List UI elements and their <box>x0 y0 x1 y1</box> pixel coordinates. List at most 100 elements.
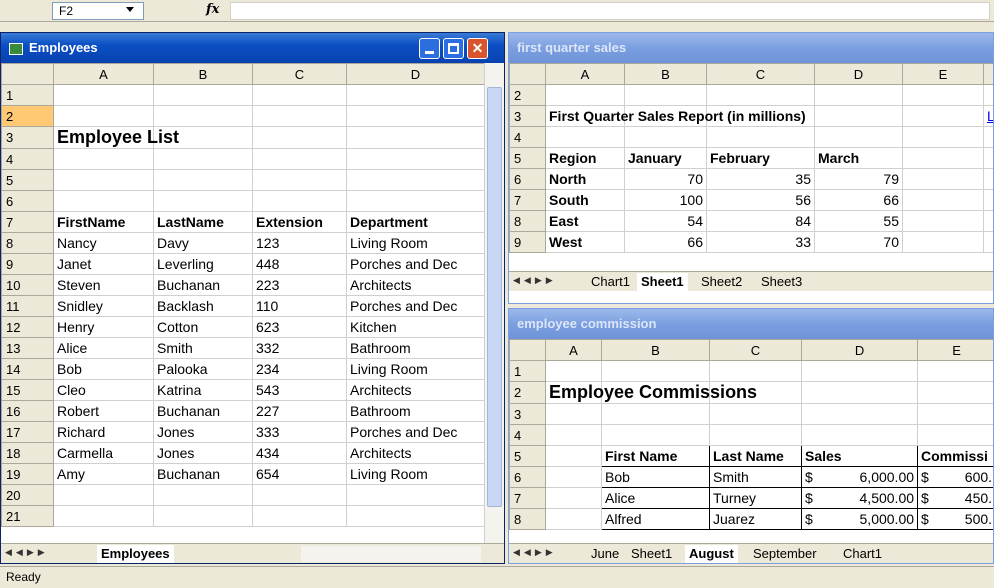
cell[interactable] <box>710 404 802 425</box>
sheet-tab[interactable]: Employees <box>97 545 174 563</box>
cell[interactable] <box>347 191 485 212</box>
cell[interactable]: Robert <box>54 401 154 422</box>
chevron-down-icon[interactable] <box>126 7 134 12</box>
cell[interactable]: South <box>546 190 625 211</box>
header-cell[interactable]: Extension <box>253 212 347 233</box>
cell[interactable]: Alice <box>54 338 154 359</box>
cell[interactable]: Richard <box>54 422 154 443</box>
cell[interactable] <box>710 361 802 382</box>
sheet-tab[interactable]: Sheet2 <box>697 273 746 291</box>
row-header[interactable]: 6 <box>2 191 54 212</box>
cell[interactable] <box>154 170 253 191</box>
row-header[interactable]: 8 <box>2 233 54 254</box>
scroll-thumb[interactable] <box>487 87 502 507</box>
cell[interactable] <box>154 106 253 127</box>
row-header[interactable]: 7 <box>510 488 546 509</box>
cell[interactable]: Porches and Dec <box>347 254 485 275</box>
cell[interactable]: Palooka <box>154 359 253 380</box>
commission-titlebar[interactable]: employee commission <box>509 309 993 339</box>
cell[interactable] <box>918 404 994 425</box>
cell[interactable] <box>253 485 347 506</box>
cell[interactable] <box>903 85 984 106</box>
row-header[interactable]: 4 <box>2 149 54 170</box>
cell[interactable]: 434 <box>253 443 347 464</box>
cell[interactable]: Carmella <box>54 443 154 464</box>
cell[interactable]: Buchanan <box>154 275 253 296</box>
cell[interactable]: 234 <box>253 359 347 380</box>
row-header[interactable]: 5 <box>510 148 546 169</box>
vertical-scrollbar[interactable] <box>484 63 504 543</box>
cell[interactable] <box>253 106 347 127</box>
cell[interactable]: Living Room <box>347 359 485 380</box>
column-header[interactable]: A <box>546 340 602 361</box>
cell[interactable]: Architects <box>347 443 485 464</box>
column-header[interactable]: D <box>347 64 485 85</box>
cell[interactable] <box>347 106 485 127</box>
header-cell[interactable]: First Name <box>602 446 710 467</box>
column-header[interactable]: C <box>710 340 802 361</box>
cell[interactable]: 332 <box>253 338 347 359</box>
sheet-heading[interactable]: Employee List <box>54 127 154 149</box>
header-cell[interactable]: January <box>625 148 707 169</box>
cell[interactable] <box>625 85 707 106</box>
cell[interactable]: 223 <box>253 275 347 296</box>
cell[interactable] <box>903 148 984 169</box>
column-header[interactable]: B <box>625 64 707 85</box>
cell[interactable]: Porches and Dec <box>347 422 485 443</box>
cell[interactable]: Turney <box>710 488 802 509</box>
cell[interactable]: 100 <box>625 190 707 211</box>
tab-scroll-arrows[interactable]: ◀◀▶▶ <box>513 547 557 558</box>
header-cell[interactable]: Department <box>347 212 485 233</box>
cell[interactable] <box>802 425 918 446</box>
sheet-tab[interactable]: Sheet1 <box>627 545 676 563</box>
row-header[interactable]: 12 <box>2 317 54 338</box>
cell[interactable]: Nancy <box>54 233 154 254</box>
cell[interactable]: Leverling <box>154 254 253 275</box>
column-header[interactable]: C <box>707 64 815 85</box>
column-header[interactable]: C <box>253 64 347 85</box>
cell[interactable] <box>347 127 485 149</box>
cell[interactable]: 600. <box>940 467 994 488</box>
row-header[interactable]: 7 <box>2 212 54 233</box>
header-cell[interactable]: Last Name <box>710 446 802 467</box>
cell[interactable]: Jones <box>154 422 253 443</box>
cell[interactable]: $ <box>918 509 940 530</box>
cell[interactable]: 333 <box>253 422 347 443</box>
cell[interactable] <box>347 85 485 106</box>
cell[interactable]: Alice <box>602 488 710 509</box>
column-header[interactable]: D <box>802 340 918 361</box>
cell[interactable] <box>602 404 710 425</box>
cell[interactable] <box>347 485 485 506</box>
row-header[interactable]: 5 <box>2 170 54 191</box>
cell[interactable]: Buchanan <box>154 401 253 422</box>
cell[interactable]: 35 <box>707 169 815 190</box>
cell[interactable]: 5,000.00 <box>824 509 918 530</box>
cell[interactable] <box>815 85 903 106</box>
cell[interactable] <box>918 361 994 382</box>
cell[interactable]: 70 <box>625 169 707 190</box>
sheet-tab[interactable]: August <box>685 545 738 563</box>
cell[interactable] <box>154 485 253 506</box>
row-header[interactable]: 9 <box>510 232 546 253</box>
close-button[interactable]: ✕ <box>467 38 488 59</box>
sheet-tab[interactable]: September <box>749 545 821 563</box>
select-all-corner[interactable] <box>510 64 546 85</box>
cell[interactable]: Buchanan <box>154 464 253 485</box>
row-header[interactable]: 4 <box>510 127 546 148</box>
cell[interactable]: $ <box>802 509 824 530</box>
cell[interactable]: $ <box>918 467 940 488</box>
sheet-tab[interactable]: June <box>587 545 623 563</box>
cell[interactable] <box>918 382 994 404</box>
cell[interactable]: Kitchen <box>347 317 485 338</box>
row-header[interactable]: 1 <box>2 85 54 106</box>
cell[interactable]: Steven <box>54 275 154 296</box>
row-header[interactable]: 20 <box>2 485 54 506</box>
row-header[interactable]: 1 <box>510 361 546 382</box>
cell[interactable]: Juarez <box>710 509 802 530</box>
cell[interactable]: Alfred <box>602 509 710 530</box>
row-header[interactable]: 8 <box>510 211 546 232</box>
cell[interactable] <box>546 425 602 446</box>
cell[interactable]: 6,000.00 <box>824 467 918 488</box>
row-header[interactable]: 14 <box>2 359 54 380</box>
row-header[interactable]: 9 <box>2 254 54 275</box>
